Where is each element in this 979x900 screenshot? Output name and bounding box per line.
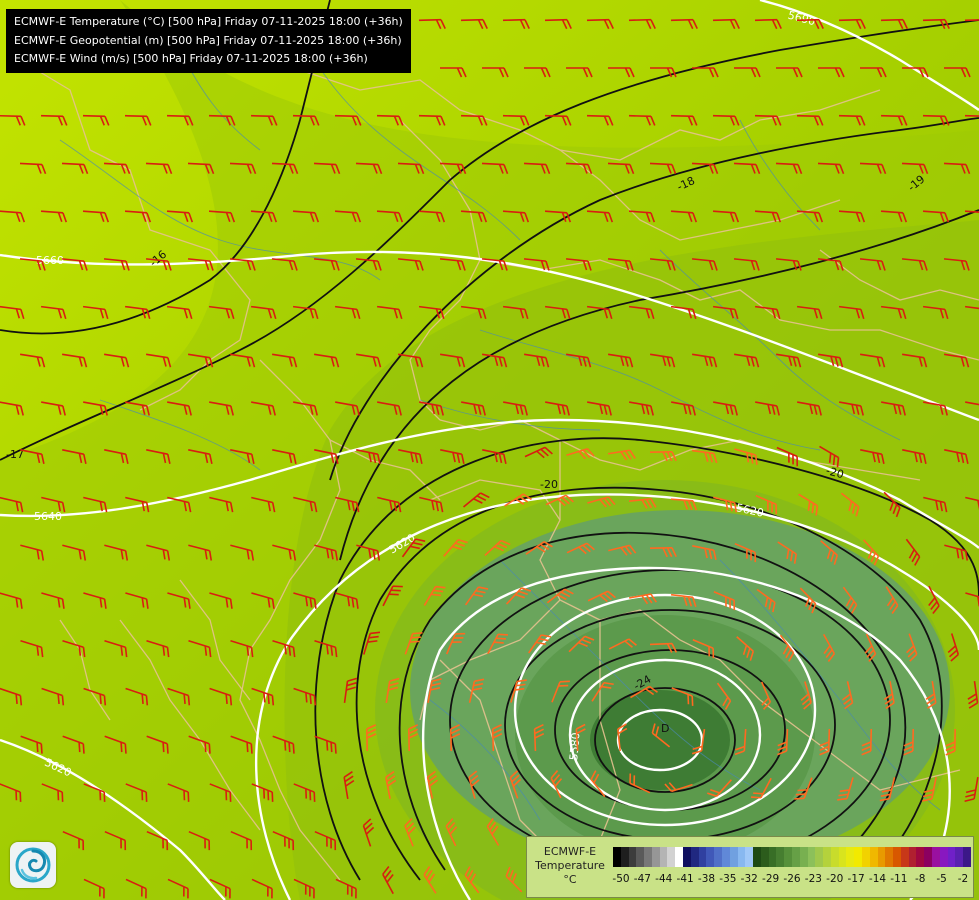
legend-swatch: [854, 847, 862, 867]
geopotential-label-5580: 5580: [567, 732, 582, 761]
legend-swatch: [683, 847, 691, 867]
legend-tick-label: -17: [847, 873, 865, 885]
legend-tick-label: -5: [936, 873, 947, 885]
legend-swatch: [729, 847, 738, 867]
legend-tick-label: -23: [804, 873, 822, 885]
title-geopotential: ECMWF-E Geopotential (m) [500 hPa] Frida…: [14, 33, 402, 47]
legend-tick-label: -14: [868, 873, 887, 885]
legend-title: ECMWF-E Temperature °C: [533, 845, 607, 887]
legend-swatch: [706, 847, 715, 867]
temperature-label-minus20-a: -20: [540, 478, 558, 491]
legend-swatch: [924, 847, 933, 867]
legend-tick-label: -47: [633, 873, 651, 885]
legend-swatch: [823, 847, 831, 867]
legend-swatch: [659, 847, 668, 867]
legend-model: ECMWF-E: [543, 845, 597, 858]
legend-swatch: [791, 847, 800, 867]
legend-swatch: [651, 847, 660, 867]
ecmwf-swirl-icon: [15, 847, 51, 883]
legend-swatch: [877, 847, 886, 867]
legend-swatch: [784, 847, 792, 867]
ecmwf-logo[interactable]: [10, 842, 56, 888]
legend-swatch: [613, 847, 621, 867]
legend-swatch: [815, 847, 824, 867]
legend-swatch: [807, 847, 816, 867]
legend-tick-label: -20: [826, 873, 844, 885]
legend-tick-labels: -50 -47 -44 -41 -38 -35 -32 -29 -26 -23 -20 -17 -14-…: [612, 873, 971, 887]
legend-swatch: [846, 847, 855, 867]
legend-swatch: [644, 847, 652, 867]
legend-swatch: [745, 847, 754, 867]
legend-swatch: [908, 847, 917, 867]
low-centre-marker: D: [661, 722, 669, 735]
legend-tick-label: -41: [676, 873, 694, 885]
legend-swatch: [893, 847, 901, 867]
legend-swatch: [776, 847, 785, 867]
map-viewport[interactable]: 5690 5660 5640 5620 5620 5620 5580 -16 -…: [0, 0, 979, 900]
legend-swatch: [768, 847, 777, 867]
legend-swatch: [932, 847, 940, 867]
legend-swatch: [955, 847, 964, 867]
legend-tick-label: -44: [655, 873, 673, 885]
temperature-legend: ECMWF-E Temperature °C -50 -47 -44 -41 -38 -3…: [526, 836, 974, 898]
legend-swatch: [916, 847, 925, 867]
legend-swatch: [721, 847, 730, 867]
legend-unit: °C: [563, 873, 577, 886]
legend-swatch: [737, 847, 746, 867]
weather-map[interactable]: 5690 5660 5640 5620 5620 5620 5580 -16 -…: [0, 0, 979, 900]
title-temperature: ECMWF-E Temperature (°C) [500 hPa] Frida…: [14, 15, 403, 28]
legend-tick-label: -50: [612, 873, 630, 885]
legend-swatch: [690, 847, 699, 867]
legend-swatch: [714, 847, 722, 867]
legend-swatch: [636, 847, 645, 867]
legend-tick-label: -26: [783, 873, 801, 885]
geopotential-label-5640: 5640: [34, 510, 62, 523]
legend-swatch: [675, 847, 684, 867]
legend-swatch: [760, 847, 769, 867]
legend-swatch: [628, 847, 637, 867]
legend-swatch: [753, 847, 761, 867]
legend-variable: Temperature: [535, 859, 605, 872]
legend-swatch: [667, 847, 676, 867]
legend-tick-label: -11: [890, 873, 908, 885]
legend-tick-label: -35: [719, 873, 737, 885]
title-wind: ECMWF-E Wind (m/s) [500 hPa] Friday 07-1…: [14, 52, 368, 65]
legend-swatch: [963, 847, 971, 867]
legend-swatch: [947, 847, 956, 867]
legend-swatch: [900, 847, 909, 867]
map-title: ECMWF-E Temperature (°C) [500 hPa] Frida…: [6, 9, 411, 73]
legend-tick-label: -32: [740, 873, 758, 885]
legend-swatch: [838, 847, 847, 867]
legend-tick-label: -38: [697, 873, 716, 885]
legend-swatch: [799, 847, 808, 867]
legend-color-bar: [613, 847, 971, 867]
legend-swatch: [830, 847, 839, 867]
legend-swatch: [698, 847, 707, 867]
legend-tick-label: -8: [915, 873, 926, 885]
legend-tick-label: -2: [957, 873, 969, 885]
legend-swatch: [862, 847, 870, 867]
legend-swatch: [885, 847, 894, 867]
legend-swatch: [620, 847, 629, 867]
legend-tick-label: -29: [762, 873, 780, 885]
legend-swatch: [939, 847, 948, 867]
legend-swatch: [869, 847, 878, 867]
